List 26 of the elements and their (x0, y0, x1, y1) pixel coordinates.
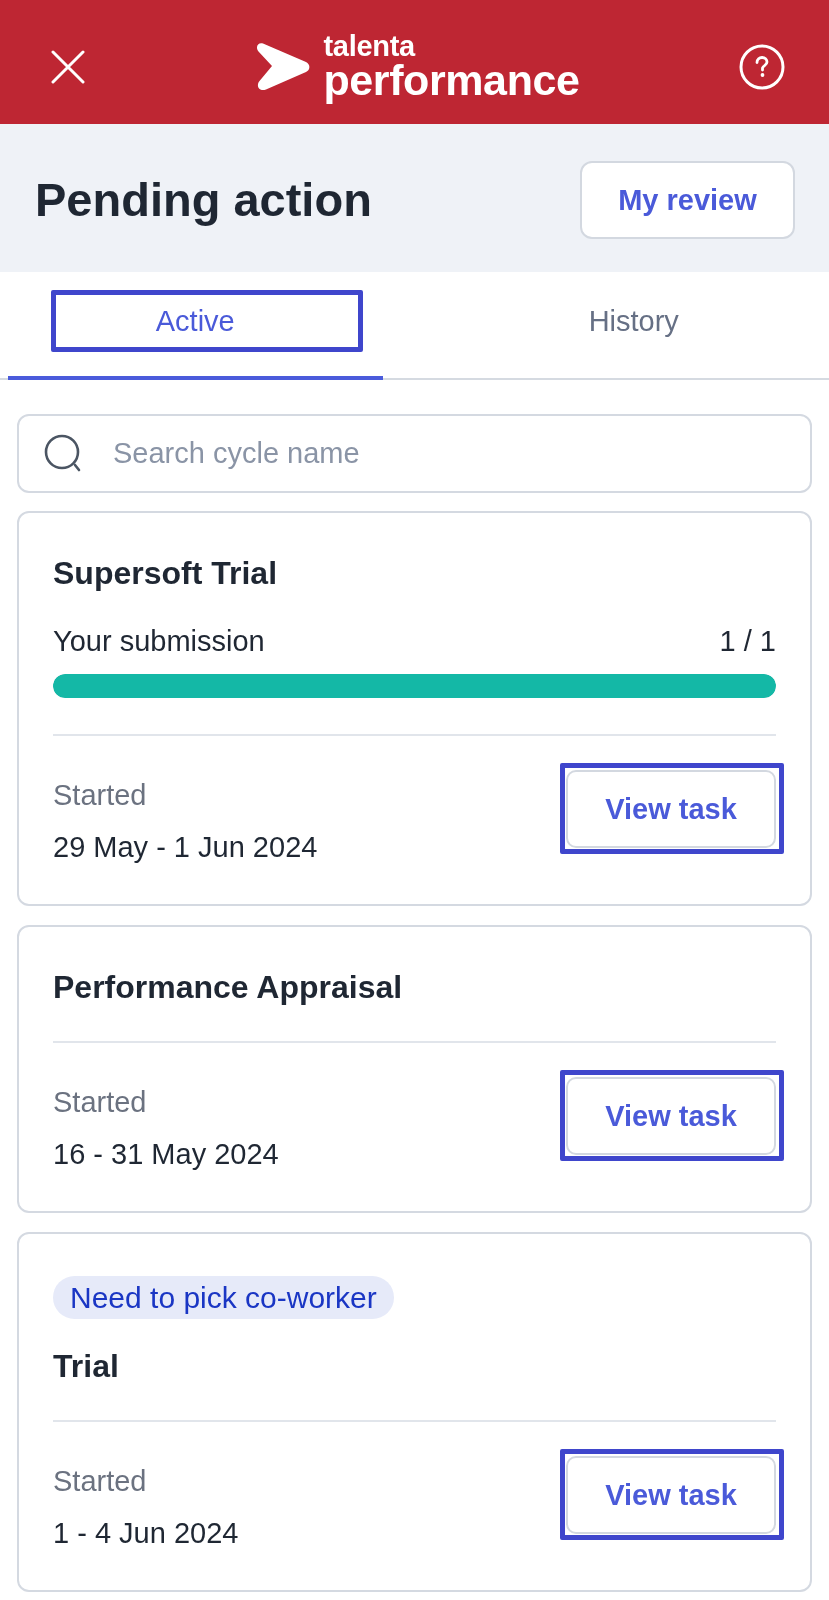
view-task-button[interactable]: View task (566, 1456, 776, 1534)
page-title: Pending action (35, 174, 372, 226)
logo-small-text: talenta (323, 33, 417, 59)
started-label: Started (53, 1465, 148, 1497)
cycle-title: Trial (53, 1348, 120, 1384)
started-label: Started (53, 779, 148, 811)
date-range: 29 May - 1 Jun 2024 (53, 831, 318, 863)
started-label: Started (53, 1086, 148, 1118)
close-icon (51, 50, 85, 84)
my-review-button[interactable]: My review (580, 161, 795, 239)
cycle-title: Supersoft Trial (53, 555, 279, 591)
chevron-logo-icon (256, 42, 311, 92)
progress-count: 1 / 1 (719, 625, 776, 657)
tab[interactable]: Active (8, 272, 383, 380)
view-task-button[interactable]: View task (566, 1077, 776, 1155)
view-task-button[interactable]: View task (566, 770, 776, 848)
close-button[interactable] (51, 50, 85, 84)
tab[interactable]: History (446, 272, 821, 380)
help-icon (739, 44, 785, 90)
progress-label: Your submission (53, 625, 265, 657)
search-field[interactable]: Search cycle name (17, 414, 812, 493)
help-button[interactable] (739, 44, 785, 90)
date-range: 1 - 4 Jun 2024 (53, 1517, 239, 1549)
status-badge: Need to pick co-worker (53, 1276, 394, 1319)
date-range: 16 - 31 May 2024 (53, 1138, 279, 1170)
cycle-title: Performance Appraisal (53, 969, 404, 1005)
